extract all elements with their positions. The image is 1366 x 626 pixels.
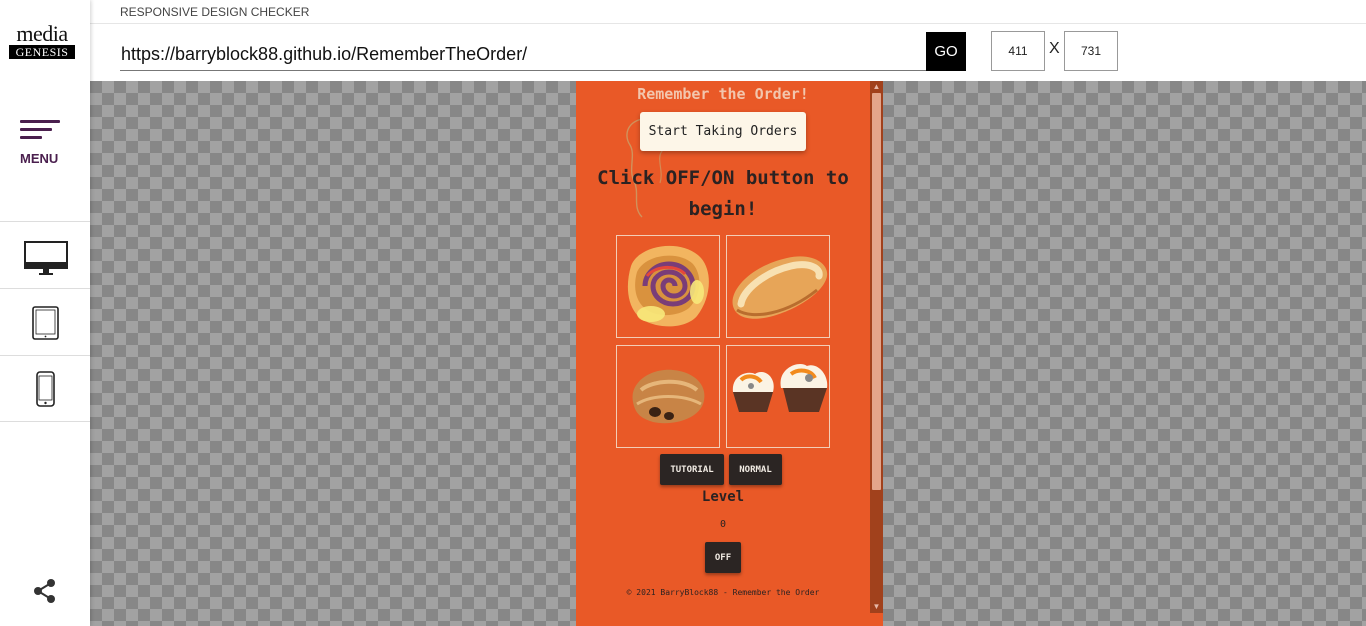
phone-view-button[interactable] xyxy=(0,356,90,422)
menu-label: MENU xyxy=(20,151,59,166)
pain-au-chocolat-tile[interactable] xyxy=(616,345,720,448)
power-toggle-button[interactable]: OFF xyxy=(705,542,741,573)
go-button[interactable]: GO xyxy=(926,32,966,71)
cinnamon-roll-icon xyxy=(627,245,709,327)
phone-icon xyxy=(36,371,55,407)
tutorial-button[interactable]: TUTORIAL xyxy=(660,454,724,485)
media-genesis-logo[interactable]: media GENESIS xyxy=(9,21,75,59)
viewport-scrollbar[interactable]: ▲ ▼ xyxy=(870,81,883,613)
hamburger-icon xyxy=(20,120,60,142)
logo-text-media: media xyxy=(16,21,68,46)
menu-button[interactable]: MENU xyxy=(0,100,90,222)
app-title: RESPONSIVE DESIGN CHECKER xyxy=(120,5,310,19)
start-taking-orders-button[interactable]: Start Taking Orders xyxy=(640,112,806,151)
scrollbar-thumb[interactable] xyxy=(872,93,881,490)
desktop-view-button[interactable] xyxy=(0,223,90,289)
bread-roll-icon xyxy=(732,256,828,319)
tablet-icon xyxy=(32,306,59,340)
toolbar: RESPONSIVE DESIGN CHECKER GO X xyxy=(90,0,1366,81)
logo-text-genesis: GENESIS xyxy=(9,45,75,59)
tablet-view-button[interactable] xyxy=(0,290,90,356)
site-footer: © 2021 BarryBlock88 - Remember the Order xyxy=(626,588,820,597)
pastry-grid xyxy=(616,235,830,449)
normal-button[interactable]: NORMAL xyxy=(729,454,782,485)
scroll-up-arrow-icon[interactable]: ▲ xyxy=(870,81,883,93)
preview-canvas: Remember the Order! Start Taking Orders … xyxy=(90,81,1366,626)
cinnamon-roll-tile[interactable] xyxy=(616,235,720,338)
width-input[interactable] xyxy=(991,31,1045,71)
site-title: Remember the Order! xyxy=(637,85,809,103)
instruction-text: Click OFF/ON button to begin! xyxy=(597,167,849,220)
dimension-separator: X xyxy=(1049,40,1060,57)
divider xyxy=(90,23,1366,24)
bread-roll-tile[interactable] xyxy=(726,235,830,338)
desktop-icon xyxy=(24,241,68,275)
cupcakes-icon xyxy=(732,364,828,412)
device-viewport[interactable]: Remember the Order! Start Taking Orders … xyxy=(576,81,883,626)
share-icon[interactable] xyxy=(32,578,58,604)
height-input[interactable] xyxy=(1064,31,1118,71)
scroll-down-arrow-icon[interactable]: ▼ xyxy=(870,601,883,613)
sidebar: media GENESIS MENU xyxy=(0,0,90,626)
cupcakes-tile[interactable] xyxy=(726,345,830,448)
url-input[interactable] xyxy=(120,32,926,71)
level-value: 0 xyxy=(719,519,727,530)
pain-au-chocolat-icon xyxy=(632,369,705,424)
level-label: Level xyxy=(701,489,745,505)
